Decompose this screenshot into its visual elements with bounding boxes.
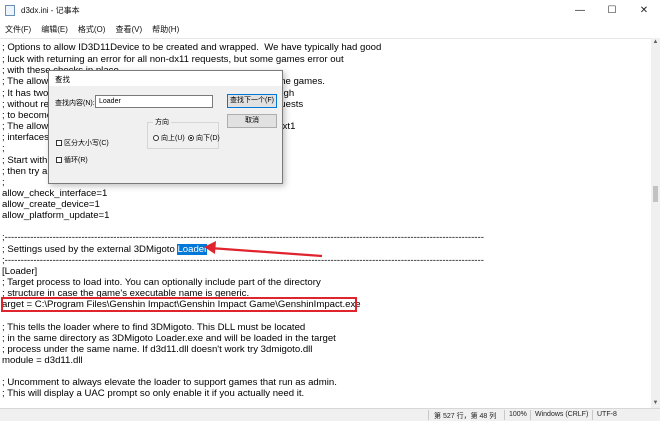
text-line: ; Uncomment to always elevate the loader… xyxy=(2,377,337,388)
find-next-button[interactable]: 查找下一个(F) xyxy=(227,94,277,108)
find-dialog-close-icon[interactable]: ✕ xyxy=(55,74,276,83)
status-separator xyxy=(428,410,429,420)
find-what-label: 查找内容(N): xyxy=(55,100,95,107)
minimize-button[interactable]: — xyxy=(564,0,596,20)
status-bar: 第 527 行，第 48 列 100% Windows (CRLF) UTF-8 xyxy=(0,408,660,421)
text-line: allow_check_interface=1 xyxy=(2,188,108,199)
text-line: ; xyxy=(2,177,5,188)
text-line: ; Start with xyxy=(2,155,48,166)
text-line: ;---------------------------------------… xyxy=(2,255,484,266)
menu-format[interactable]: 格式(O) xyxy=(73,24,111,35)
title-bar: d3dx.ini - 记事本 — ☐ ✕ xyxy=(0,0,660,20)
status-separator xyxy=(592,410,593,420)
text-line: module = d3d11.dll xyxy=(2,355,83,366)
window-title: d3dx.ini - 记事本 xyxy=(21,5,80,15)
text-line: ; then try al xyxy=(2,166,50,177)
radio-up[interactable]: 向上(U) xyxy=(153,133,185,143)
scrollbar-thumb[interactable] xyxy=(653,186,658,202)
text-line: ; This will display a UAC prompt so only… xyxy=(2,388,305,399)
status-separator xyxy=(530,410,531,420)
status-separator xyxy=(504,410,505,420)
wrap-around-box[interactable] xyxy=(56,157,62,163)
radio-up-label: 向上(U) xyxy=(161,135,185,142)
menu-bar: 文件(F) 编辑(E) 格式(O) 查看(V) 帮助(H) xyxy=(0,20,660,38)
cancel-button[interactable]: 取消 xyxy=(227,114,277,128)
find-dialog-titlebar: 查找 ✕ xyxy=(49,71,282,86)
radio-down[interactable]: 向下(D) xyxy=(188,133,220,143)
encoding: UTF-8 xyxy=(597,411,617,418)
text-line: ;---------------------------------------… xyxy=(2,232,484,243)
scroll-up-icon[interactable]: ▲ xyxy=(651,38,660,47)
text-line: ; This tells the loader where to find 3D… xyxy=(2,322,306,333)
window-controls: — ☐ ✕ xyxy=(564,0,660,20)
radio-down-circle[interactable] xyxy=(188,135,194,141)
menu-edit[interactable]: 编辑(E) xyxy=(36,24,73,35)
close-button[interactable]: ✕ xyxy=(628,0,660,20)
text-line: ; process under the same name. If d3d11.… xyxy=(2,344,313,355)
find-what-input[interactable]: Loader xyxy=(95,95,213,108)
match-case-box[interactable] xyxy=(56,140,62,146)
radio-up-circle[interactable] xyxy=(153,135,159,141)
match-case-checkbox[interactable]: 区分大小写(C) xyxy=(56,138,109,148)
direction-label: 方向 xyxy=(153,117,171,127)
zoom-level: 100% xyxy=(509,411,527,418)
text-line: ; luck with returning an error for all n… xyxy=(2,54,344,65)
text-line: [Loader] xyxy=(2,266,38,277)
menu-view[interactable]: 查看(V) xyxy=(110,24,147,35)
wrap-around-label: 循环(R) xyxy=(64,157,88,164)
text-line: ; to become xyxy=(2,110,53,121)
text-line: ; Settings used by the external 3DMigoto… xyxy=(2,244,208,255)
menu-help[interactable]: 帮助(H) xyxy=(147,24,184,35)
scroll-down-icon[interactable]: ▼ xyxy=(651,399,660,408)
text-line: allow_create_device=1 xyxy=(2,199,100,210)
text-line: ; Target process to load into. You can o… xyxy=(2,277,321,288)
line-ending: Windows (CRLF) xyxy=(535,411,589,418)
highlight-box-target-line xyxy=(1,297,357,312)
menu-file[interactable]: 文件(F) xyxy=(0,24,36,35)
match-case-label: 区分大小写(C) xyxy=(64,140,109,147)
text-line: ; in the same directory as 3DMigoto Load… xyxy=(2,333,336,344)
text-line: allow_platform_update=1 xyxy=(2,210,110,221)
notepad-icon xyxy=(5,4,15,16)
wrap-around-checkbox[interactable]: 循环(R) xyxy=(56,155,88,165)
text-line: ; xyxy=(2,143,5,154)
radio-down-label: 向下(D) xyxy=(196,135,220,142)
selected-text: Loader xyxy=(177,244,208,255)
vertical-scrollbar[interactable]: ▲ ▼ xyxy=(651,38,660,408)
text-line: ; Options to allow ID3D11Device to be cr… xyxy=(2,42,382,53)
maximize-button[interactable]: ☐ xyxy=(596,0,628,20)
find-dialog: 查找 ✕ 查找内容(N): Loader 查找下一个(F) 取消 方向 向上(U… xyxy=(48,70,283,184)
